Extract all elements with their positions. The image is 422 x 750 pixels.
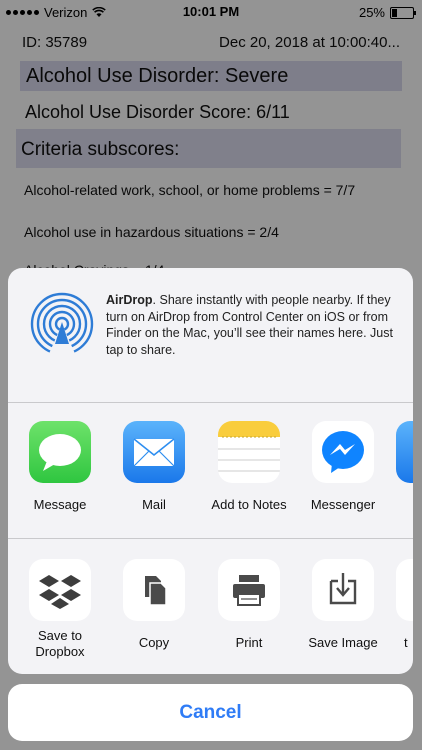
share-app-label: Message bbox=[33, 497, 87, 512]
share-app-label: Messenger bbox=[310, 497, 376, 512]
share-app-message[interactable]: Message bbox=[18, 421, 102, 513]
action-print[interactable]: Print bbox=[207, 559, 291, 651]
action-save-image[interactable]: Save Image bbox=[301, 559, 385, 651]
action-label: Copy bbox=[138, 635, 170, 650]
share-app-messenger[interactable]: Messenger bbox=[301, 421, 385, 513]
copy-icon bbox=[123, 559, 185, 621]
action-partial-icon bbox=[396, 559, 413, 621]
cancel-button[interactable]: Cancel bbox=[8, 684, 413, 741]
share-sheet: AirDrop. Share instantly with people nea… bbox=[8, 268, 413, 674]
share-app-label: Mail bbox=[142, 497, 166, 512]
messages-icon bbox=[29, 421, 91, 483]
action-label-line: Dropbox bbox=[35, 644, 85, 659]
action-label: Save Image bbox=[308, 635, 378, 650]
app-icon bbox=[396, 421, 413, 483]
action-label: Save to Dropbox bbox=[18, 628, 102, 660]
mail-icon bbox=[123, 421, 185, 483]
share-app-partial[interactable] bbox=[396, 421, 413, 483]
airdrop-description: AirDrop. Share instantly with people nea… bbox=[106, 292, 396, 358]
action-label: Print bbox=[235, 635, 263, 650]
action-save-to-dropbox[interactable]: Save to Dropbox bbox=[18, 559, 102, 660]
action-partial[interactable]: t bbox=[396, 559, 413, 651]
save-image-icon bbox=[312, 559, 374, 621]
action-label: t bbox=[404, 635, 408, 650]
action-label-line: Save to bbox=[37, 628, 83, 643]
print-icon bbox=[218, 559, 280, 621]
airdrop-icon bbox=[30, 292, 94, 356]
dropbox-icon bbox=[29, 559, 91, 621]
airdrop-title: AirDrop bbox=[106, 293, 153, 307]
share-app-mail[interactable]: Mail bbox=[112, 421, 196, 513]
app-share-row: Message Mail Add to Notes Messenger bbox=[8, 403, 413, 537]
share-app-label: Add to Notes bbox=[211, 497, 287, 512]
notes-icon bbox=[218, 421, 280, 483]
airdrop-section[interactable]: AirDrop. Share instantly with people nea… bbox=[8, 268, 413, 402]
action-copy[interactable]: Copy bbox=[112, 559, 196, 651]
share-app-notes[interactable]: Add to Notes bbox=[207, 421, 291, 513]
action-row: Save to Dropbox Copy Print Save Image t bbox=[8, 539, 413, 674]
messenger-icon bbox=[312, 421, 374, 483]
